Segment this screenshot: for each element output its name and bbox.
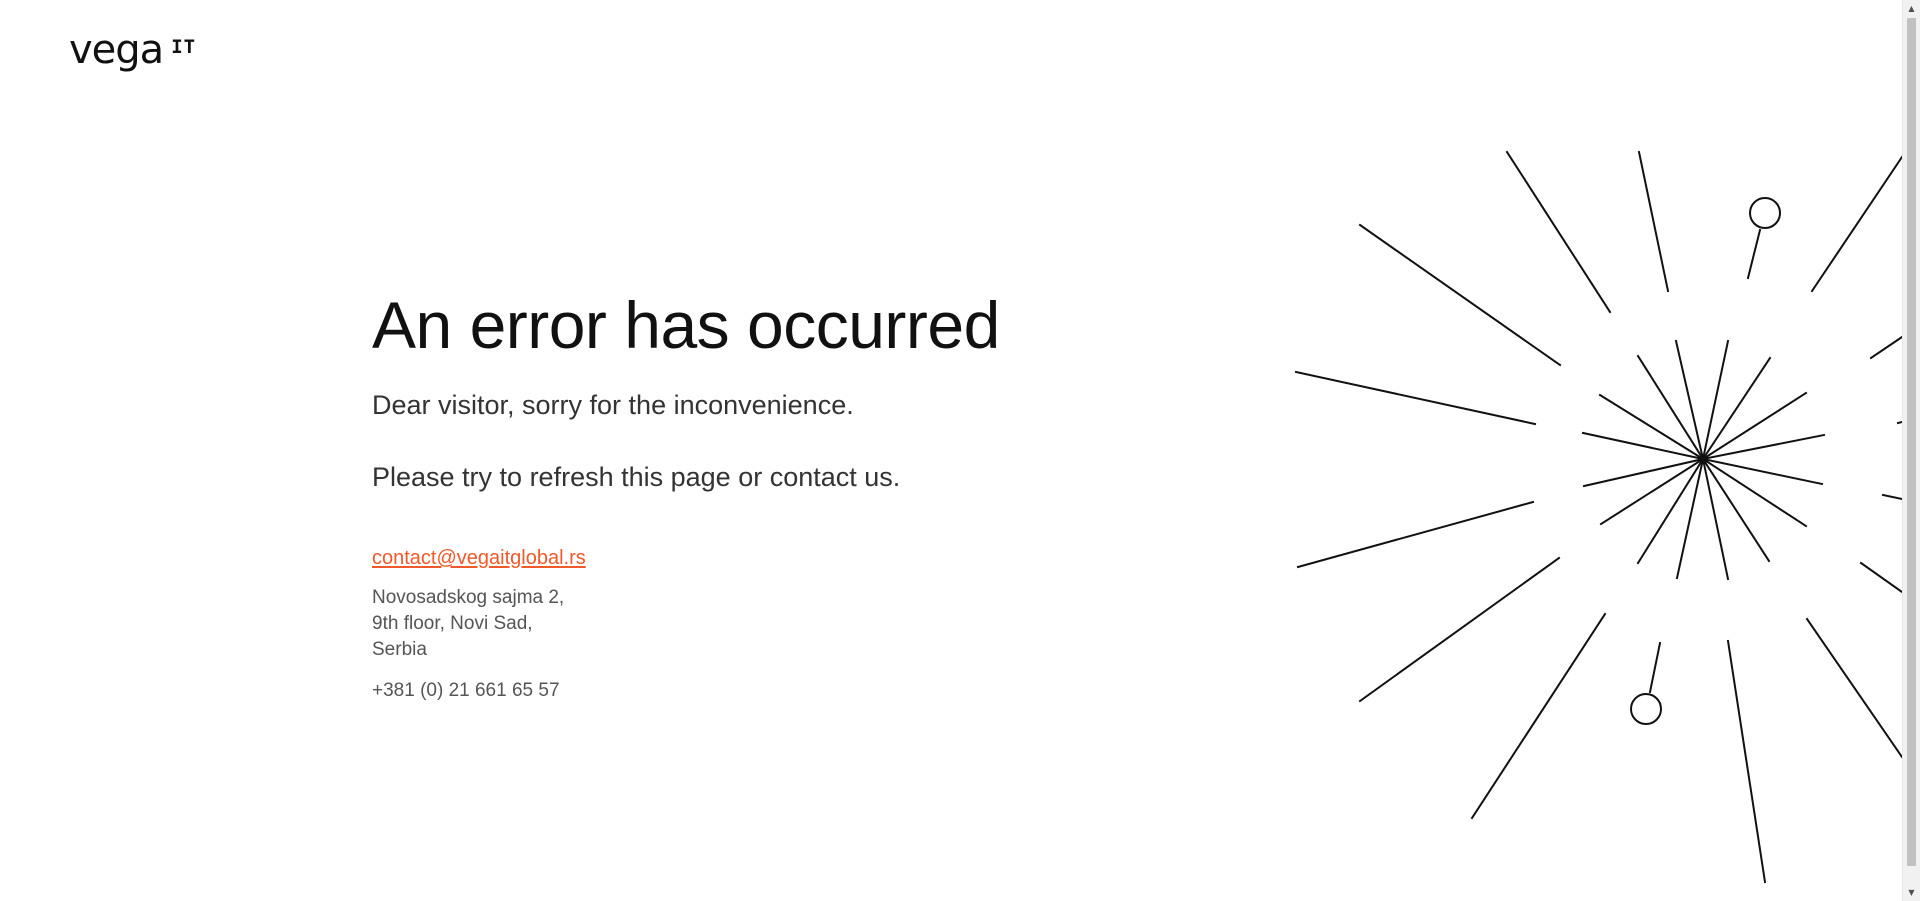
- starburst-illustration: [1294, 150, 1902, 884]
- page-title: An error has occurred: [372, 288, 1000, 362]
- phone-number: +381 (0) 21 661 65 57: [372, 680, 560, 701]
- logo-superscript: IT: [171, 36, 197, 58]
- contact-email-link[interactable]: contact@vegaitglobal.rs: [372, 545, 586, 571]
- address-line: Novosadskog sajma 2,: [372, 587, 565, 608]
- scrollbar-thumb[interactable]: [1907, 18, 1916, 866]
- apology-text: Dear visitor, sorry for the inconvenienc…: [372, 390, 854, 420]
- vertical-scrollbar[interactable]: ▲ ▼: [1902, 0, 1920, 901]
- vega-it-logo[interactable]: vega IT: [69, 28, 196, 72]
- error-content: An error has occurred Dear visitor, sorr…: [372, 285, 1132, 704]
- refresh-hint-text: Please try to refresh this page or conta…: [372, 462, 901, 492]
- logo-wordmark: vega: [69, 27, 164, 73]
- scroll-down-arrow-icon[interactable]: ▼: [1903, 884, 1920, 901]
- address-line: Serbia: [372, 639, 427, 660]
- error-page: vega IT An error has occurred Dear visit…: [0, 0, 1902, 901]
- address-block: Novosadskog sajma 2, 9th floor, Novi Sad…: [372, 585, 1132, 663]
- address-line: 9th floor, Novi Sad,: [372, 613, 533, 634]
- scroll-up-arrow-icon[interactable]: ▲: [1903, 0, 1920, 17]
